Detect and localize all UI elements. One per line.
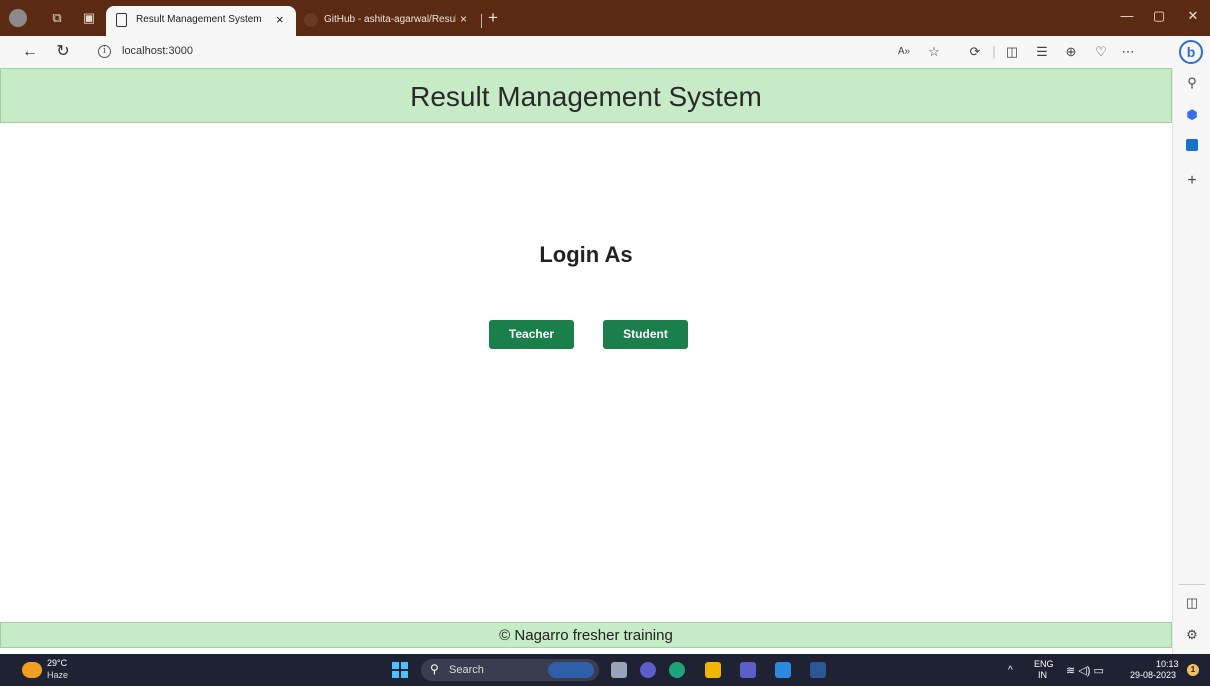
file-explorer-icon[interactable] — [705, 662, 721, 678]
back-icon[interactable]: ← — [20, 42, 40, 62]
tab-divider — [481, 14, 482, 28]
address-bar-row: ← ↻ i localhost:3000 A» ☆ ⟳ | ◫ ☰ ⊕ ♡ ⋯ … — [0, 36, 1210, 68]
tab-result-management[interactable]: Result Management System × — [106, 6, 296, 36]
teams-icon[interactable] — [740, 662, 756, 678]
language-code[interactable]: ENG — [1034, 659, 1054, 669]
clock-time[interactable]: 10:13 — [1156, 659, 1179, 669]
collections-icon[interactable]: ⊕ — [1062, 44, 1080, 60]
search-placeholder: Search — [449, 664, 484, 676]
browser-sidebar: ⚲ ⬢ + ◫ ⚙ — [1172, 68, 1210, 654]
tab-title: Result Management System — [136, 14, 262, 25]
copilot-icon[interactable]: ⬢ — [1183, 106, 1201, 124]
more-options-icon[interactable]: ⋯ — [1119, 44, 1137, 60]
search-icon: ⚲ — [430, 662, 439, 676]
weather-description[interactable]: Haze — [47, 670, 68, 680]
app-footer: © Nagarro fresher training — [0, 622, 1172, 648]
favorites-icon[interactable]: ☰ — [1033, 44, 1051, 60]
weather-temperature[interactable]: 29°C — [47, 658, 67, 668]
app-header: Result Management System — [0, 68, 1172, 123]
search-icon[interactable]: ⚲ — [1183, 74, 1201, 92]
windows-start-icon[interactable] — [392, 662, 408, 678]
word-icon[interactable] — [810, 662, 826, 678]
language-region[interactable]: IN — [1038, 670, 1047, 680]
page-title: Result Management System — [410, 81, 762, 112]
close-tab-icon[interactable]: × — [460, 12, 467, 26]
site-info-icon[interactable]: i — [98, 45, 111, 58]
taskbar: 29°C Haze ⚲ Search ^ ENG IN ≋ ◁) ▭ 10:13… — [0, 654, 1210, 686]
tab-github[interactable]: GitHub - ashita-agarwal/Result-M × — [302, 12, 472, 30]
url-field[interactable]: i localhost:3000 — [88, 40, 808, 64]
workspaces-icon[interactable]: ⧉ — [48, 9, 66, 27]
student-button[interactable]: Student — [603, 320, 688, 349]
teacher-button[interactable]: Teacher — [489, 320, 574, 349]
split-screen-icon[interactable]: ◫ — [1003, 44, 1021, 60]
tab-title: GitHub - ashita-agarwal/Result-M — [324, 14, 456, 25]
show-hidden-icons-chevron-icon[interactable]: ^ — [1008, 665, 1013, 676]
restore-icon[interactable]: ▢ — [1149, 8, 1169, 24]
read-aloud-icon[interactable]: A» — [895, 44, 913, 60]
new-tab-icon[interactable]: + — [488, 9, 498, 27]
sidebar-settings-icon[interactable]: ⚙ — [1183, 626, 1201, 644]
profile-avatar-icon[interactable] — [9, 9, 27, 27]
browser-essentials-icon[interactable]: ♡ — [1092, 44, 1110, 60]
wifi-volume-battery-icon[interactable]: ≋ ◁) ▭ — [1066, 664, 1104, 677]
favorite-star-icon[interactable]: ☆ — [925, 44, 943, 60]
search-highlight-icon — [548, 662, 594, 678]
tab-actions-icon[interactable]: ▣ — [80, 9, 98, 27]
task-view-icon[interactable] — [611, 662, 627, 678]
bing-copilot-icon[interactable]: b — [1179, 40, 1203, 64]
close-tab-icon[interactable]: × — [276, 12, 284, 27]
close-window-icon[interactable]: ✕ — [1183, 8, 1203, 24]
add-sidebar-app-icon[interactable]: + — [1183, 172, 1201, 190]
clock-date[interactable]: 29-08-2023 — [1130, 670, 1176, 680]
footer-text: © Nagarro fresher training — [499, 627, 673, 644]
hide-sidebar-icon[interactable]: ◫ — [1183, 594, 1201, 612]
browser-title-bar: ⧉ ▣ Result Management System × GitHub - … — [0, 0, 1210, 36]
taskbar-search[interactable]: ⚲ Search — [421, 659, 599, 681]
minimize-icon[interactable]: — — [1117, 8, 1137, 23]
outlook-icon[interactable] — [1183, 138, 1201, 156]
meet-chat-icon[interactable] — [640, 662, 656, 678]
github-icon — [304, 13, 318, 27]
extensions-icon[interactable]: ⟳ — [966, 44, 984, 60]
login-heading: Login As — [539, 242, 633, 267]
page-icon — [116, 13, 127, 27]
weather-icon[interactable] — [22, 662, 42, 678]
edge-browser-icon[interactable] — [669, 662, 685, 678]
refresh-icon[interactable]: ↻ — [53, 42, 73, 62]
notification-badge[interactable]: 1 — [1187, 664, 1199, 676]
sidebar-divider — [1179, 584, 1205, 585]
url-text: localhost:3000 — [122, 45, 193, 57]
vscode-icon[interactable] — [775, 662, 791, 678]
toolbar-divider: | — [992, 44, 996, 59]
